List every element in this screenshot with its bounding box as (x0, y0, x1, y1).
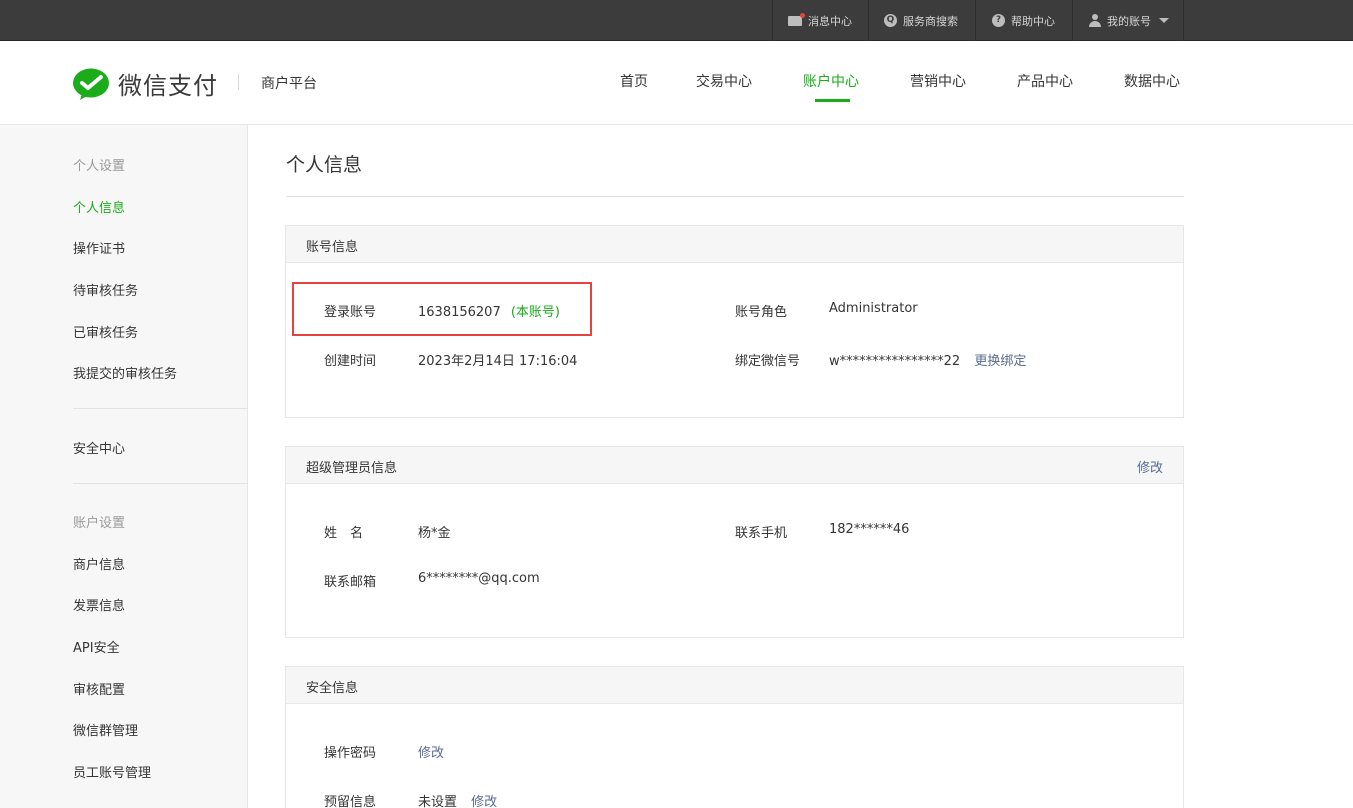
page-title: 个人信息 (286, 154, 363, 176)
sidebar-divider (73, 483, 248, 484)
admin-name-label: 姓 名 (324, 526, 364, 541)
panel-header: 账号信息 (286, 226, 1183, 263)
mail-icon (788, 12, 805, 26)
login-account-value: 1638156207 (本账号) (418, 301, 560, 320)
nav-product-center[interactable]: 产品中心 (1017, 71, 1073, 91)
nav-home[interactable]: 首页 (620, 71, 648, 91)
message-center-link[interactable]: 消息中心 (772, 0, 868, 41)
account-role-label: 账号角色 (735, 305, 788, 320)
edit-reserved-info-link[interactable]: 修改 (471, 795, 497, 808)
login-account-label: 登录账号 (324, 305, 377, 320)
sidebar (0, 125, 248, 808)
panel-header: 安全信息 (286, 667, 1183, 704)
edit-password-link[interactable]: 修改 (418, 742, 444, 761)
bound-wechat-value: w****************22 更换绑定 (829, 350, 1026, 369)
top-bar: 消息中心 Q 服务商搜索 ? 帮助中心 我的账号 (0, 0, 1353, 41)
chevron-down-icon (1159, 18, 1169, 23)
nav-marketing-center[interactable]: 营销中心 (910, 71, 966, 91)
panel-title: 超级管理员信息 (306, 461, 398, 476)
sidebar-item-pending-review[interactable]: 待审核任务 (73, 280, 138, 299)
created-time-value: 2023年2月14日 17:16:04 (418, 354, 578, 369)
bound-wechat-id: w****************22 (829, 354, 961, 369)
my-account-menu[interactable]: 我的账号 (1072, 0, 1184, 41)
nav-trade-center[interactable]: 交易中心 (696, 71, 752, 91)
panel-title: 安全信息 (306, 681, 359, 696)
sidebar-group-personal-settings: 个人设置 (73, 159, 126, 174)
account-role-value: Administrator (829, 301, 918, 316)
created-time-label: 创建时间 (324, 354, 377, 369)
admin-phone-label: 联系手机 (735, 526, 788, 541)
change-binding-link[interactable]: 更换绑定 (974, 354, 1026, 369)
security-info-panel: 安全信息 (285, 666, 1184, 808)
panel-title: 账号信息 (306, 240, 359, 255)
provider-search-link[interactable]: Q 服务商搜索 (868, 0, 975, 41)
admin-email-label: 联系邮箱 (324, 575, 377, 590)
provider-search-label: 服务商搜索 (903, 14, 958, 28)
nav-account-center[interactable]: 账户中心 (803, 71, 859, 91)
bound-wechat-label: 绑定微信号 (735, 354, 801, 369)
wechat-pay-logo-icon (73, 68, 109, 100)
sidebar-item-invoice-info[interactable]: 发票信息 (73, 595, 125, 614)
current-account-tag: (本账号) (510, 305, 561, 320)
help-icon: ? (992, 14, 1005, 27)
title-divider (286, 196, 1184, 197)
sidebar-item-staff-accounts[interactable]: 员工账号管理 (73, 762, 151, 781)
platform-subtitle: 商户平台 (261, 76, 317, 92)
sidebar-item-api-security[interactable]: API安全 (73, 637, 120, 656)
nav-data-center[interactable]: 数据中心 (1124, 71, 1180, 91)
sidebar-item-security-center[interactable]: 安全中心 (73, 438, 125, 457)
login-account-number: 1638156207 (418, 305, 501, 320)
brand-name: 微信支付 (118, 72, 218, 100)
sidebar-group-account-settings: 账户设置 (73, 516, 126, 531)
sidebar-item-review-config[interactable]: 审核配置 (73, 679, 125, 698)
reserved-info-status: 未设置 (418, 795, 458, 808)
reserved-info-label: 预留信息 (324, 795, 377, 808)
active-nav-indicator (815, 99, 850, 102)
search-provider-icon: Q (884, 14, 897, 27)
sidebar-item-my-submissions[interactable]: 我提交的审核任务 (73, 363, 177, 382)
edit-admin-link[interactable]: 修改 (1137, 457, 1163, 476)
admin-phone-value: 182******46 (829, 522, 910, 537)
sidebar-divider (73, 408, 248, 409)
site-header: 微信支付 商户平台 首页 交易中心 账户中心 营销中心 产品中心 数据中心 (0, 41, 1353, 125)
brand-logo[interactable]: 微信支付 (73, 66, 218, 101)
panel-header: 超级管理员信息 修改 (286, 447, 1183, 484)
sidebar-item-operation-cert[interactable]: 操作证书 (73, 238, 125, 257)
admin-info-panel: 超级管理员信息 修改 (285, 446, 1184, 638)
user-icon (1089, 14, 1101, 27)
admin-name-value: 杨*金 (418, 526, 451, 541)
help-center-label: 帮助中心 (1011, 14, 1055, 28)
operation-password-label: 操作密码 (324, 746, 377, 761)
sidebar-item-reviewed[interactable]: 已审核任务 (73, 322, 138, 341)
logo-divider (238, 74, 239, 90)
sidebar-item-wechat-group[interactable]: 微信群管理 (73, 720, 138, 739)
help-center-link[interactable]: ? 帮助中心 (975, 0, 1072, 41)
sidebar-item-merchant-info[interactable]: 商户信息 (73, 554, 125, 573)
my-account-label: 我的账号 (1107, 14, 1151, 28)
message-center-label: 消息中心 (808, 14, 852, 28)
sidebar-item-personal-info[interactable]: 个人信息 (73, 197, 125, 216)
reserved-info-value: 未设置 修改 (418, 791, 497, 808)
admin-email-value: 6********@qq.com (418, 571, 540, 586)
